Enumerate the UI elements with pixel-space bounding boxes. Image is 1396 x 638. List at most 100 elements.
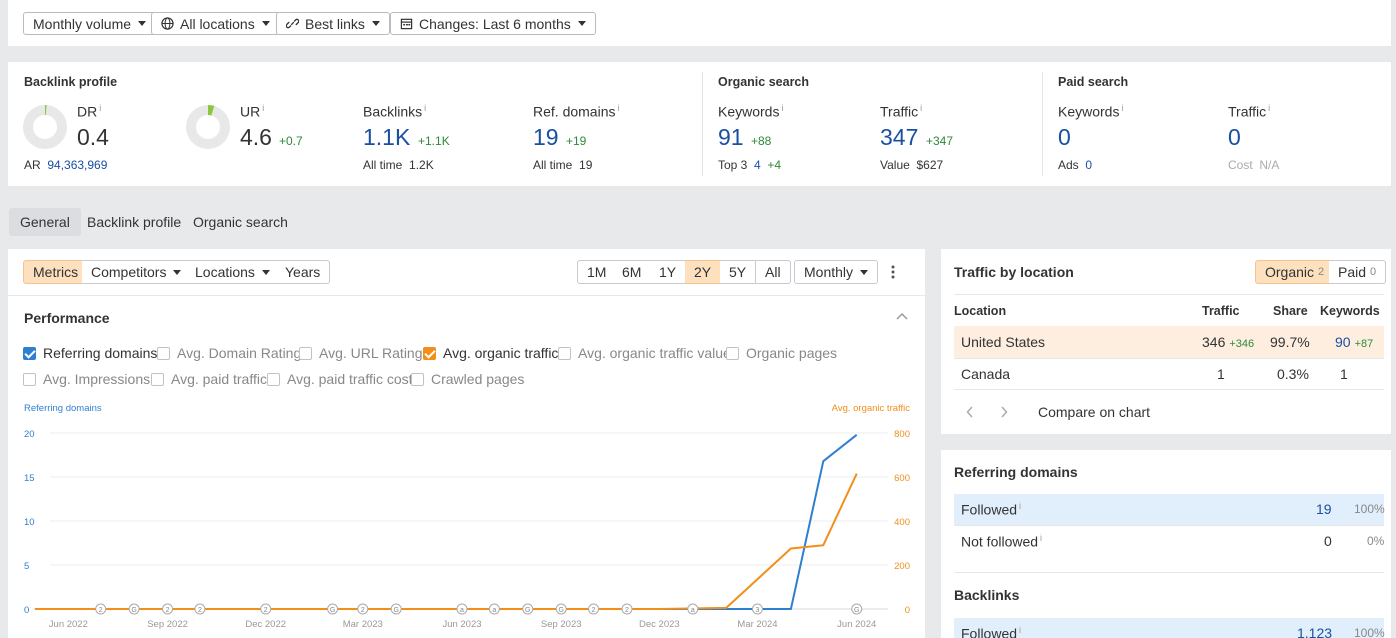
paid-keywords-value[interactable]: 0 bbox=[1058, 124, 1071, 151]
backlinks-delta: +1.1K bbox=[418, 134, 450, 148]
range-6m[interactable]: 6M bbox=[613, 260, 652, 284]
organic-traffic-value[interactable]: 347 bbox=[880, 124, 918, 151]
y-tick-left: 15 bbox=[24, 473, 35, 484]
changes-dropdown[interactable]: Changes: Last 6 months bbox=[390, 12, 596, 35]
ref-domains-value[interactable]: 19 bbox=[533, 124, 559, 151]
info-icon[interactable]: i bbox=[617, 103, 619, 113]
checkbox-avg-organic-traffic[interactable]: Avg. organic traffic bbox=[423, 345, 558, 361]
info-icon[interactable]: i bbox=[1121, 103, 1123, 113]
info-icon[interactable]: i bbox=[1040, 533, 1042, 543]
info-icon[interactable]: i bbox=[1019, 625, 1021, 635]
annotation-marker-label: G bbox=[131, 607, 136, 614]
locations-dropdown[interactable]: All locations bbox=[151, 12, 280, 35]
checkbox-avg-domain-rating[interactable]: Avg. Domain Rating bbox=[157, 345, 301, 361]
more-options-icon[interactable] bbox=[890, 264, 896, 280]
not-followed-pct: 0% bbox=[1367, 534, 1385, 548]
checkbox-crawled-pages[interactable]: Crawled pages bbox=[411, 371, 524, 387]
info-icon[interactable]: i bbox=[424, 103, 426, 113]
monthly-volume-dropdown[interactable]: Monthly volume bbox=[23, 12, 157, 35]
toggle-paid[interactable]: Paid 0 bbox=[1329, 260, 1387, 284]
chevron-down-icon bbox=[261, 269, 270, 275]
link-icon bbox=[286, 18, 299, 29]
col-keywords[interactable]: Keywords bbox=[1320, 304, 1380, 318]
table-row[interactable]: Followed i 19 100% bbox=[954, 494, 1385, 525]
divider bbox=[702, 72, 703, 176]
info-icon[interactable]: i bbox=[262, 103, 264, 113]
metrics-button[interactable]: Metrics bbox=[23, 260, 89, 284]
backlinks-title: Backlinks bbox=[954, 587, 1020, 603]
changes-label: Changes: Last 6 months bbox=[419, 15, 571, 32]
performance-title: Performance bbox=[24, 310, 110, 326]
table-row[interactable]: Not followed i 0 0% bbox=[954, 526, 1384, 556]
referring-domains-title: Referring domains bbox=[954, 464, 1078, 480]
checkbox-avg-impressions[interactable]: Avg. Impressions bbox=[23, 371, 150, 387]
info-icon[interactable]: i bbox=[1019, 501, 1021, 511]
col-location[interactable]: Location bbox=[954, 304, 1006, 318]
years-button[interactable]: Years bbox=[276, 260, 331, 284]
col-share[interactable]: Share bbox=[1273, 304, 1308, 318]
filter-bar: Monthly volume All locations Best links … bbox=[8, 0, 1391, 46]
traffic-by-location-title: Traffic by location bbox=[954, 264, 1074, 280]
checkbox-organic-pages[interactable]: Organic pages bbox=[726, 345, 837, 361]
info-icon[interactable]: i bbox=[1268, 103, 1270, 113]
checkbox-avg-url-rating[interactable]: Avg. URL Rating bbox=[299, 345, 423, 361]
annotation-marker-label: G bbox=[393, 607, 398, 614]
range-2y[interactable]: 2Y bbox=[685, 260, 722, 284]
left-axis-title: Referring domains bbox=[24, 403, 102, 414]
dr-gauge bbox=[23, 105, 67, 149]
chevron-down-icon bbox=[261, 21, 270, 26]
checkbox-referring-domains[interactable]: Referring domains bbox=[23, 345, 157, 361]
annotation-marker-label: G bbox=[558, 607, 563, 614]
table-row[interactable]: Canada 1 0.3% 1 bbox=[954, 359, 1384, 389]
location-keywords[interactable]: 1 bbox=[1340, 366, 1348, 382]
ref-domains-label: Ref. domains i bbox=[533, 103, 620, 120]
interval-dropdown[interactable]: Monthly bbox=[794, 260, 879, 284]
followed-value[interactable]: 19 bbox=[1316, 501, 1332, 517]
info-icon[interactable]: i bbox=[99, 103, 101, 113]
tab-organic-search[interactable]: Organic search bbox=[182, 208, 299, 236]
best-links-dropdown[interactable]: Best links bbox=[276, 12, 390, 35]
x-tick-label: Mar 2024 bbox=[737, 619, 777, 630]
performance-panel: Metrics Competitors Locations Years 1M 6… bbox=[8, 249, 925, 638]
table-row[interactable]: United States 346 +346 99.7% 90 +87 bbox=[954, 326, 1384, 358]
col-traffic[interactable]: Traffic bbox=[1202, 304, 1240, 318]
ur-value: 4.6 bbox=[240, 124, 272, 150]
checkbox-icon bbox=[726, 346, 739, 360]
checkbox-avg-paid-traffic-cost[interactable]: Avg. paid traffic cost bbox=[267, 371, 413, 387]
best-links-label: Best links bbox=[305, 15, 365, 32]
x-tick-label: Jun 2024 bbox=[837, 619, 876, 630]
chevron-down-icon bbox=[577, 21, 586, 26]
backlink-profile-title: Backlink profile bbox=[24, 75, 118, 89]
organic-keywords-value[interactable]: 91 bbox=[718, 124, 744, 151]
tab-backlink-profile[interactable]: Backlink profile bbox=[76, 208, 192, 236]
checkbox-avg-organic-traffic-value[interactable]: Avg. organic traffic value bbox=[558, 345, 731, 361]
table-row[interactable]: Followed i 1,123 100% bbox=[954, 618, 1385, 638]
chevron-left-icon[interactable] bbox=[966, 406, 974, 418]
top3-row: Top 3 4 +4 bbox=[718, 158, 782, 172]
locations-chart-dropdown[interactable]: Locations bbox=[186, 260, 280, 284]
y-tick-right: 200 bbox=[894, 561, 910, 572]
range-1y[interactable]: 1Y bbox=[650, 260, 687, 284]
range-all[interactable]: All bbox=[756, 260, 791, 284]
chevron-right-icon[interactable] bbox=[1000, 406, 1008, 418]
tab-general[interactable]: General bbox=[9, 208, 81, 236]
x-tick-label: Jun 2023 bbox=[442, 619, 481, 630]
checkbox-avg-paid-traffic[interactable]: Avg. paid traffic bbox=[151, 371, 267, 387]
ar-value[interactable]: 94,363,969 bbox=[47, 158, 107, 172]
info-icon[interactable]: i bbox=[920, 103, 922, 113]
followed-value[interactable]: 1,123 bbox=[1297, 625, 1332, 638]
range-5y[interactable]: 5Y bbox=[720, 260, 757, 284]
compare-on-chart-button[interactable]: Compare on chart bbox=[1038, 404, 1150, 420]
performance-chart: Referring domains Avg. organic traffic 0 5 1… bbox=[24, 403, 910, 630]
backlinks-value[interactable]: 1.1K bbox=[363, 124, 410, 151]
chevron-down-icon bbox=[138, 21, 147, 26]
range-1m[interactable]: 1M bbox=[577, 260, 617, 284]
paid-traffic-value[interactable]: 0 bbox=[1228, 124, 1241, 151]
location-keywords: 90 +87 bbox=[1335, 334, 1374, 350]
collapse-icon[interactable] bbox=[896, 312, 908, 320]
location-name: Canada bbox=[961, 366, 1011, 382]
toggle-organic[interactable]: Organic 2 bbox=[1255, 260, 1335, 284]
info-icon[interactable]: i bbox=[781, 103, 783, 113]
competitors-dropdown[interactable]: Competitors bbox=[82, 260, 192, 284]
annotation-marker-label: 2 bbox=[361, 607, 365, 614]
